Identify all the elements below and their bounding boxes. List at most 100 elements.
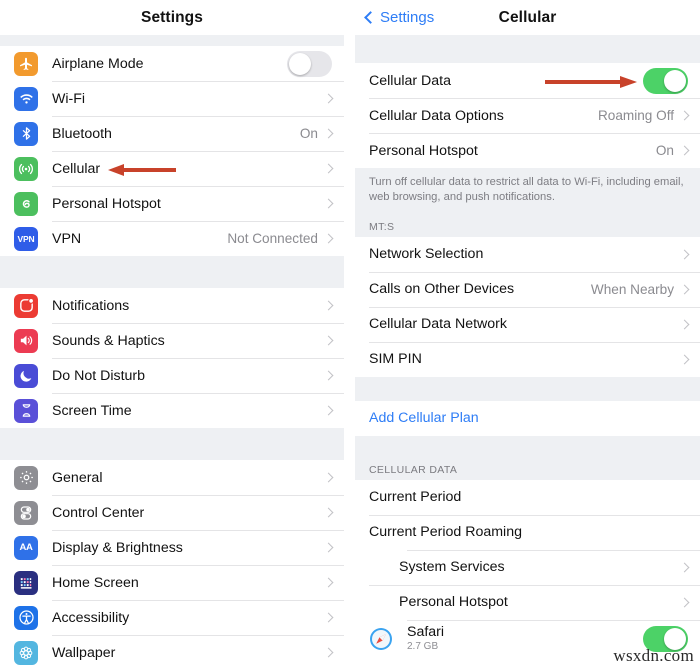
sidebar-item-sounds-haptics[interactable]: Sounds & Haptics [0,323,344,358]
row-label: Personal Hotspot [369,142,478,159]
row-personal-hotspot[interactable]: Personal Hotspot On [355,133,700,168]
settings-group-connectivity: Airplane Mode Wi-Fi Bluetooth On Cellula… [0,46,344,256]
chevron-right-icon [679,284,690,295]
sounds-icon [14,328,38,353]
sidebar-item-vpn[interactable]: VPN VPN Not Connected [0,221,344,256]
row-cellular-data-options[interactable]: Cellular Data Options Roaming Off [355,98,700,133]
cellular-group-primary: Cellular Data Cellular Data Options Roam… [355,63,700,168]
cellular-navbar: Settings Cellular [355,0,700,35]
pane-divider [345,0,355,670]
sidebar-item-home-screen[interactable]: Home Screen [0,565,344,600]
group-gap [0,256,344,288]
chevron-right-icon [679,145,690,156]
chevron-right-icon [323,542,334,553]
sidebar-item-label: General [52,469,103,486]
chevron-right-icon [323,647,334,658]
chevron-right-icon [323,93,334,104]
back-button-label: Settings [380,9,435,26]
chevron-right-icon [679,562,690,573]
row-calls-on-other-devices[interactable]: Calls on Other Devices When Nearby [355,271,700,307]
row-cellular-data-network[interactable]: Cellular Data Network [355,306,700,342]
sidebar-item-personal-hotspot[interactable]: Personal Hotspot [0,186,344,221]
back-button[interactable]: Settings [364,0,435,35]
dual-screenshot-container: Settings Airplane Mode Wi-Fi Bluetooth O… [0,0,700,670]
sidebar-item-do-not-disturb[interactable]: Do Not Disturb [0,358,344,393]
cellular-group-network: Network Selection Calls on Other Devices… [355,236,700,377]
row-label: SIM PIN [369,351,422,368]
row-cellular-data[interactable]: Cellular Data [355,63,700,98]
row-value: When Nearby [590,281,674,297]
row-usage-personal-hotspot[interactable]: Personal Hotspot [355,584,700,620]
moon-icon [14,363,38,388]
sidebar-item-label: Sounds & Haptics [52,332,165,349]
notifications-icon [14,293,38,318]
page-title: Cellular [498,8,557,26]
sidebar-item-label: Control Center [52,504,145,521]
sidebar-item-screen-time[interactable]: Screen Time [0,393,344,428]
settings-group-general: General Control Center AA Display & Brig… [0,460,344,670]
row-label: Current Period Roaming [369,524,522,541]
hotspot-icon [14,191,38,216]
sidebar-item-bluetooth[interactable]: Bluetooth On [0,116,344,151]
row-label: Cellular Data [369,72,452,89]
sidebar-item-accessibility[interactable]: Accessibility [0,600,344,635]
toggle-knob [289,52,311,75]
cellular-group-usage: Current Period Current Period Roaming Sy… [355,479,700,658]
group-gap [355,435,700,456]
chevron-left-icon [364,11,377,24]
watermark: wsxdn.com [613,646,694,665]
sidebar-item-label: Home Screen [52,574,139,591]
sidebar-item-wallpaper[interactable]: Wallpaper [0,635,344,670]
sidebar-item-airplane-mode[interactable]: Airplane Mode [0,46,344,81]
sidebar-item-general[interactable]: General [0,460,344,495]
control-center-icon [14,500,38,525]
cellular-data-toggle[interactable] [643,67,688,94]
row-add-cellular-plan[interactable]: Add Cellular Plan [355,400,700,436]
row-label: System Services [399,559,505,576]
row-system-services[interactable]: System Services [355,549,700,585]
chevron-right-icon [323,370,334,381]
sidebar-item-label: Wi-Fi [52,90,86,107]
settings-navbar: Settings [0,0,344,35]
wallpaper-icon [14,640,38,665]
row-sim-pin[interactable]: SIM PIN [355,341,700,377]
chevron-right-icon [323,335,334,346]
sidebar-item-notifications[interactable]: Notifications [0,288,344,323]
group-gap [0,428,344,460]
section-header-cellular-data: CELLULAR DATA [355,455,700,480]
row-label: Personal Hotspot [399,594,508,611]
group-gap [355,35,700,63]
airplane-mode-toggle[interactable] [287,50,332,77]
safari-icon [369,627,393,651]
sidebar-item-label: Personal Hotspot [52,195,161,212]
wifi-icon [14,86,38,111]
sidebar-item-cellular[interactable]: Cellular [0,151,344,186]
sidebar-item-display-brightness[interactable]: AA Display & Brightness [0,530,344,565]
chevron-right-icon [323,472,334,483]
chevron-right-icon [323,300,334,311]
cellular-group-add-plan: Add Cellular Plan [355,400,700,436]
gear-icon [14,465,38,490]
chevron-right-icon [323,612,334,623]
sidebar-item-label: Bluetooth [52,125,112,142]
sidebar-item-control-center[interactable]: Control Center [0,495,344,530]
sidebar-item-wifi[interactable]: Wi-Fi [0,81,344,116]
row-label: Current Period [369,489,462,506]
chevron-right-icon [679,110,690,121]
sidebar-item-label: Display & Brightness [52,539,183,556]
row-label: Cellular Data Network [369,316,507,333]
group-gap [0,35,344,46]
row-label-wrapper: Safari 2.7 GB [407,624,643,653]
airplane-icon [14,51,38,76]
row-current-period-roaming[interactable]: Current Period Roaming [355,514,700,550]
sidebar-item-label: Do Not Disturb [52,367,146,384]
row-value: On [655,143,674,158]
sidebar-item-value: On [299,126,318,141]
chevron-right-icon [679,597,690,608]
section-header-mts: MT:S [355,210,700,237]
sidebar-item-label: VPN [52,230,82,247]
row-network-selection[interactable]: Network Selection [355,236,700,272]
chevron-right-icon [679,319,690,330]
row-current-period[interactable]: Current Period [355,479,700,515]
sidebar-item-label: Screen Time [52,402,132,419]
